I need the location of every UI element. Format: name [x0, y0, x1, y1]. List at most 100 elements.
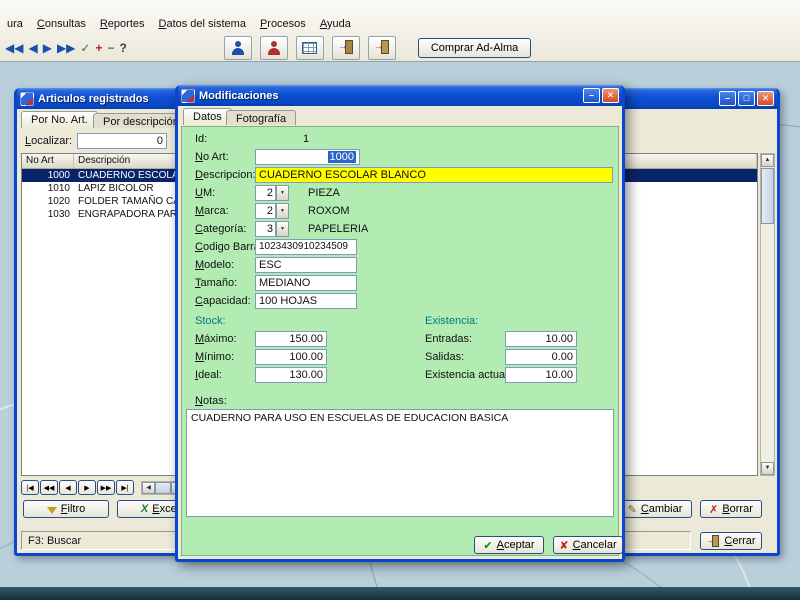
delete-icon: ✗ [709, 503, 719, 516]
existencia-actual-label: Existencia actual: [425, 369, 511, 381]
excel-icon: X [140, 503, 149, 515]
maximo-input[interactable]: 150.00 [255, 331, 327, 347]
menu-bar: ura Consultas Reportes Datos del sistema… [0, 15, 358, 33]
um-dropdown[interactable]: 2 ▼ [255, 185, 289, 201]
scroll-down-icon[interactable]: ▼ [761, 462, 774, 475]
dialog-close-button[interactable]: ✕ [602, 88, 619, 103]
toolbar: ◀◀ ◀ ▶ ▶▶ ✓ + − ? → → Comprar Ad-Alma [2, 34, 532, 61]
id-label: Id: [195, 133, 208, 145]
tab-datos[interactable]: Datos [183, 108, 232, 125]
modificaciones-dialog: Modificaciones – ✕ Datos Fotografía Id: … [175, 85, 625, 562]
dialog-minimize-button[interactable]: – [583, 88, 600, 103]
record-prev-page-button[interactable]: ◀◀ [40, 480, 58, 495]
id-value: 1 [303, 133, 310, 145]
accept-check-icon: ✔ [483, 539, 493, 552]
descripcion-input[interactable]: CUADERNO ESCOLAR BLANCO [255, 167, 613, 183]
tamano-input[interactable]: MEDIANO [255, 275, 357, 291]
scroll-left-icon[interactable]: ◀ [142, 482, 155, 494]
record-first-button[interactable]: |◀ [21, 480, 39, 495]
marca-label: Marca: [195, 205, 229, 217]
nav-last-icon[interactable]: ▶▶ [56, 41, 76, 55]
inventory-grid-button[interactable] [295, 35, 324, 60]
dialog-body: Datos Fotografía Id: 1 No Art: 1000 Desc… [178, 106, 623, 559]
app-header: ura Consultas Reportes Datos del sistema… [0, 0, 800, 62]
person-red-icon [266, 40, 282, 56]
tab-por-no-art[interactable]: Por No. Art. [21, 111, 98, 128]
um-label: UM: [195, 187, 216, 199]
nav-next-icon[interactable]: ▶ [42, 41, 53, 55]
close-button[interactable]: ✕ [757, 91, 774, 106]
scroll-thumb[interactable] [761, 168, 774, 224]
categoria-dropdown[interactable]: 3 ▼ [255, 221, 289, 237]
menu-item-ura[interactable]: ura [0, 16, 30, 32]
marca-text: ROXOM [308, 205, 350, 217]
tamano-label: Tamaño: [195, 277, 238, 289]
nav-prev-icon[interactable]: ◀ [27, 41, 38, 55]
minimo-input[interactable]: 100.00 [255, 349, 327, 365]
hscroll-thumb[interactable] [155, 482, 171, 494]
capacidad-input[interactable]: 100 HOJAS [255, 293, 357, 309]
scroll-up-icon[interactable]: ▲ [761, 154, 774, 167]
salidas-input[interactable]: 0.00 [505, 349, 577, 365]
pencil-icon: ✎ [627, 503, 637, 516]
tab-fotografia[interactable]: Fotografía [226, 110, 297, 125]
filtro-button[interactable]: Filtro [23, 500, 109, 518]
record-last-button[interactable]: ▶| [116, 480, 134, 495]
aceptar-button[interactable]: ✔ Aceptar [474, 536, 544, 554]
help-icon[interactable]: ? [119, 41, 128, 55]
localizar-input[interactable]: 0 [77, 133, 167, 149]
dialog-titlebar[interactable]: Modificaciones – ✕ [178, 85, 622, 106]
menu-item-reportes[interactable]: Reportes [93, 16, 152, 32]
chevron-down-icon[interactable]: ▼ [276, 221, 289, 237]
window-title: Articulos registrados [38, 92, 149, 105]
menu-item-datos-del-sistema[interactable]: Datos del sistema [152, 16, 253, 32]
notas-textarea[interactable]: CUADERNO PARA USO EN ESCUELAS DE EDUCACI… [186, 409, 614, 517]
record-next-button[interactable]: ▶ [78, 480, 96, 495]
decor-bottom-strip [0, 587, 800, 600]
minimize-button[interactable]: – [719, 91, 736, 106]
door-in-icon: → [338, 40, 354, 55]
entradas-input[interactable]: 10.00 [505, 331, 577, 347]
comprar-ad-alma-button[interactable]: Comprar Ad-Alma [417, 37, 532, 58]
providers-button[interactable] [259, 35, 288, 60]
codigo-barras-input[interactable]: 1023430910234509 [255, 239, 357, 255]
existencia-section-header: Existencia: [425, 315, 479, 327]
grid-icon [302, 41, 318, 54]
no-art-label: No Art: [195, 151, 229, 163]
cerrar-button[interactable]: → Cerrar [700, 532, 762, 550]
record-prev-button[interactable]: ◀ [59, 480, 77, 495]
toolbar-nav-cluster: ◀◀ ◀ ▶ ▶▶ ✓ + − ? [4, 41, 128, 55]
existencia-actual-input[interactable]: 10.00 [505, 367, 577, 383]
notas-label: Notas: [195, 395, 227, 407]
menu-item-ayuda[interactable]: Ayuda [313, 16, 358, 32]
modelo-input[interactable]: ESC [255, 257, 357, 273]
modelo-label: Modelo: [195, 259, 235, 271]
nav-first-icon[interactable]: ◀◀ [4, 41, 24, 55]
chevron-down-icon[interactable]: ▼ [276, 203, 289, 219]
cambiar-button[interactable]: ✎ Cambiar [618, 500, 692, 518]
menu-item-consultas[interactable]: Consultas [30, 16, 93, 32]
cancelar-button[interactable]: ✘ Cancelar [553, 536, 623, 554]
remove-icon[interactable]: − [106, 41, 115, 55]
categoria-text: PAPELERIA [308, 223, 369, 235]
person-icon [230, 40, 246, 56]
add-icon[interactable]: + [94, 41, 103, 55]
exit-button[interactable]: → [367, 35, 396, 60]
entry-button[interactable]: → [331, 35, 360, 60]
borrar-button[interactable]: ✗ Borrar [700, 500, 762, 518]
ideal-input[interactable]: 130.00 [255, 367, 327, 383]
column-header-no-art[interactable]: No Art [22, 154, 74, 168]
door-out-icon: → [374, 40, 390, 55]
table-vertical-scrollbar[interactable]: ▲ ▼ [760, 153, 775, 476]
cancel-x-icon: ✘ [559, 539, 569, 552]
clients-button[interactable] [223, 35, 252, 60]
no-art-input[interactable]: 1000 [255, 149, 360, 165]
dialog-icon [181, 88, 195, 103]
maximize-button[interactable]: □ [738, 91, 755, 106]
um-text: PIEZA [308, 187, 340, 199]
chevron-down-icon[interactable]: ▼ [276, 185, 289, 201]
marca-dropdown[interactable]: 2 ▼ [255, 203, 289, 219]
check-icon[interactable]: ✓ [79, 41, 91, 55]
menu-item-procesos[interactable]: Procesos [253, 16, 313, 32]
record-next-page-button[interactable]: ▶▶ [97, 480, 115, 495]
